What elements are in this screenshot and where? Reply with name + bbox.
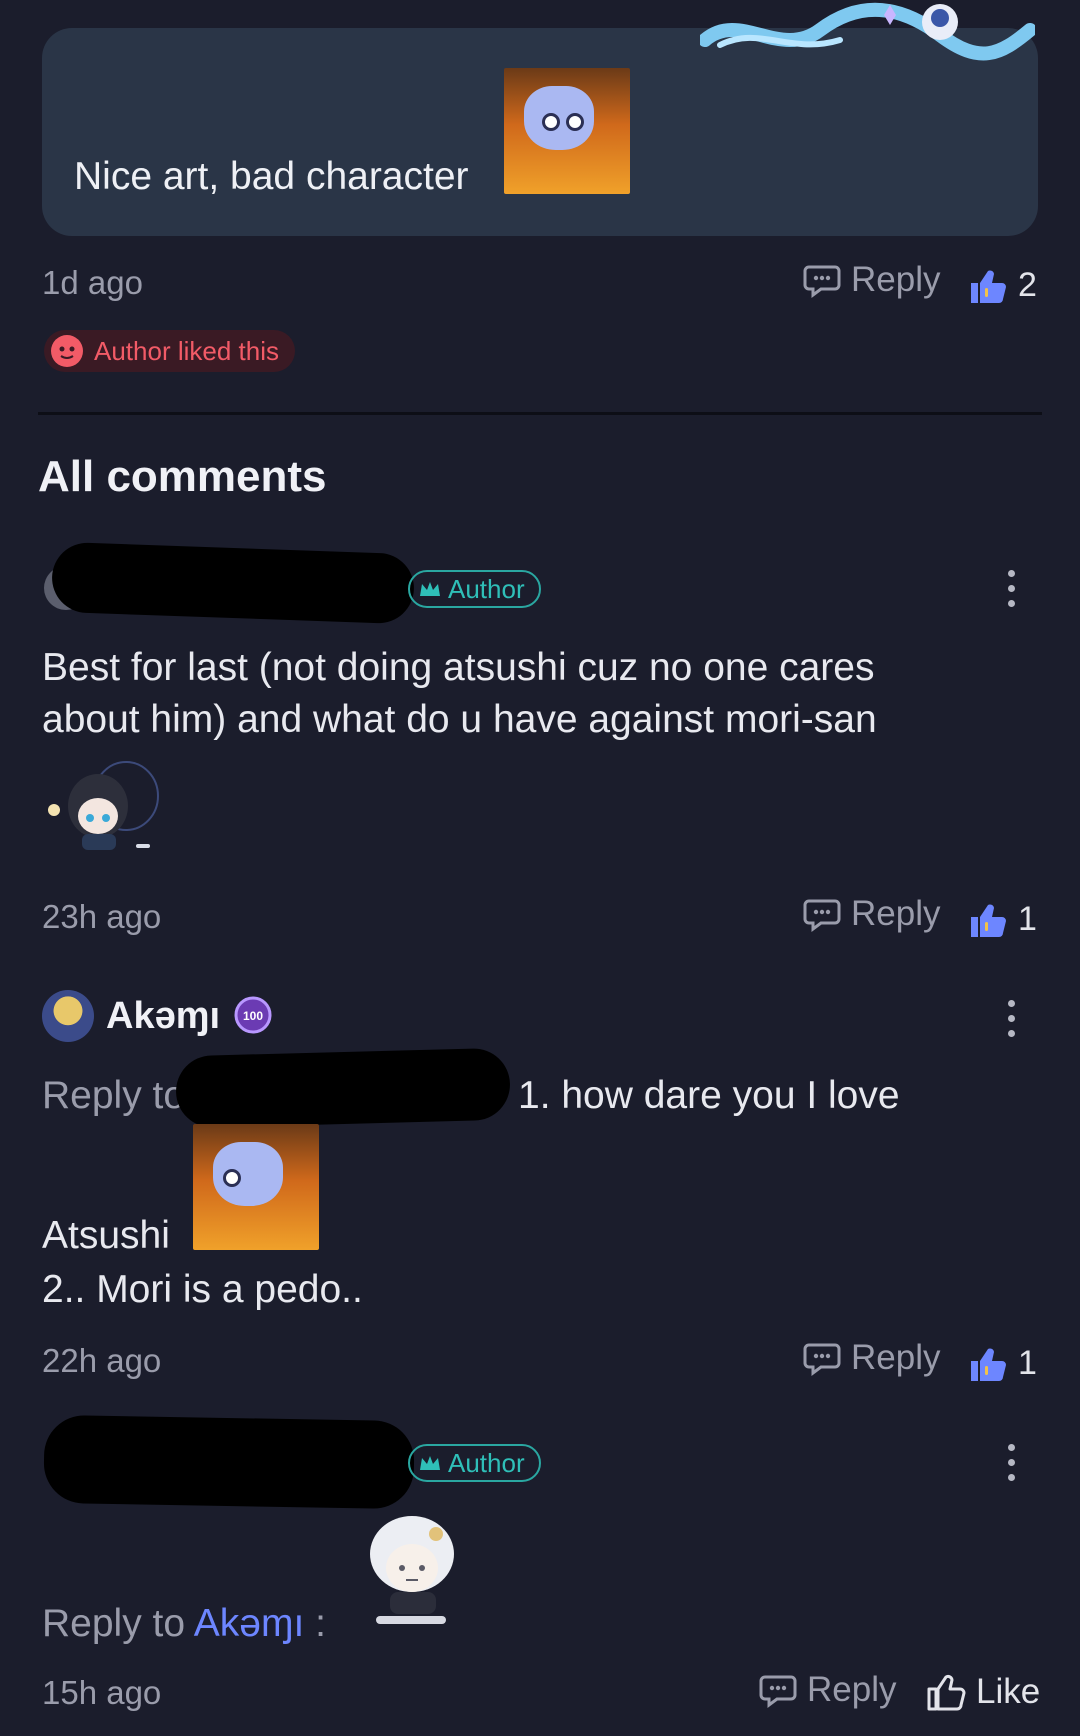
reply-bubble-icon	[759, 1675, 797, 1708]
comment-time: 23h ago	[42, 898, 162, 935]
reply-colon: :	[315, 1602, 326, 1645]
thumbs-up-filled-icon	[971, 269, 1006, 303]
reply-button[interactable]: Reply	[803, 894, 940, 934]
reply-prefix: Reply to	[42, 1602, 186, 1645]
author-badge: Author	[408, 1444, 541, 1482]
avatar[interactable]	[42, 990, 94, 1042]
author-liked-badge: Author liked this	[44, 330, 295, 372]
comment-text: 2.. Mori is a pedo..	[42, 1268, 363, 1311]
like-button[interactable]: 1	[968, 1344, 1037, 1383]
author-badge-label: Author	[448, 1447, 525, 1478]
like-button[interactable]: Like	[926, 1672, 1040, 1712]
reply-button[interactable]: Reply	[803, 260, 940, 300]
level-100-badge-icon: 100	[234, 996, 272, 1034]
reply-prefix: Reply to	[42, 1074, 186, 1117]
thumbs-up-filled-icon	[971, 903, 1006, 937]
like-count: 1	[1018, 1344, 1037, 1382]
like-button[interactable]: 2	[968, 266, 1037, 305]
comment-text: Atsushi	[42, 1214, 170, 1257]
sticker-image	[48, 761, 159, 850]
comment-text-line: about him) and what do u have against mo…	[42, 698, 877, 741]
sticker-image	[370, 1516, 454, 1624]
reply-label: Reply	[851, 1338, 941, 1377]
reply-label: Reply	[851, 894, 941, 933]
section-title: All comments	[38, 452, 327, 501]
redacted-reply-target	[175, 1047, 511, 1129]
thumbs-up-outline-icon	[927, 1674, 966, 1711]
crown-icon	[420, 582, 440, 596]
reply-label: Reply	[851, 260, 941, 299]
reply-button[interactable]: Reply	[759, 1670, 896, 1710]
comment-text: Reply to Akəɱı :	[42, 1598, 326, 1650]
more-options-button[interactable]	[1007, 1444, 1015, 1481]
comment-time: 22h ago	[42, 1342, 162, 1379]
like-button[interactable]: 1	[968, 900, 1037, 939]
more-options-button[interactable]	[1007, 570, 1015, 607]
top-comment-time: 1d ago	[42, 264, 143, 301]
like-count: 1	[1018, 900, 1037, 938]
reply-button[interactable]: Reply	[803, 1338, 940, 1378]
sticker-image	[193, 1124, 319, 1250]
section-divider	[38, 412, 1042, 415]
reply-target-link[interactable]: Akəɱı	[194, 1602, 305, 1645]
reply-bubble-icon	[803, 899, 841, 932]
username[interactable]: Akəɱı	[106, 995, 220, 1038]
redacted-username	[43, 1414, 415, 1510]
reply-bubble-icon	[803, 265, 841, 298]
reply-label: Reply	[807, 1670, 897, 1709]
redacted-username	[50, 541, 416, 625]
comment-time: 15h ago	[42, 1674, 162, 1711]
author-badge-label: Author	[448, 573, 525, 604]
like-count: 2	[1018, 266, 1037, 304]
author-liked-text: Author liked this	[94, 335, 279, 366]
comment-text: 1. how dare you I love	[518, 1074, 900, 1117]
thumbs-up-filled-icon	[971, 1347, 1006, 1381]
reply-bubble-icon	[803, 1343, 841, 1376]
sticker-image	[504, 68, 630, 194]
more-options-button[interactable]	[1007, 1000, 1015, 1037]
comment-text: Best for last (not doing atsushi cuz no …	[42, 642, 1032, 746]
crown-icon	[420, 1456, 440, 1470]
like-label: Like	[976, 1672, 1041, 1711]
author-badge: Author	[408, 570, 541, 608]
top-comment-text: Nice art, bad character	[74, 155, 469, 198]
comment-text-line: Best for last (not doing atsushi cuz no …	[42, 646, 875, 689]
svg-text:100: 100	[243, 1009, 263, 1023]
decorative-wave-banner	[700, 3, 1035, 61]
author-heart-icon	[51, 335, 83, 367]
